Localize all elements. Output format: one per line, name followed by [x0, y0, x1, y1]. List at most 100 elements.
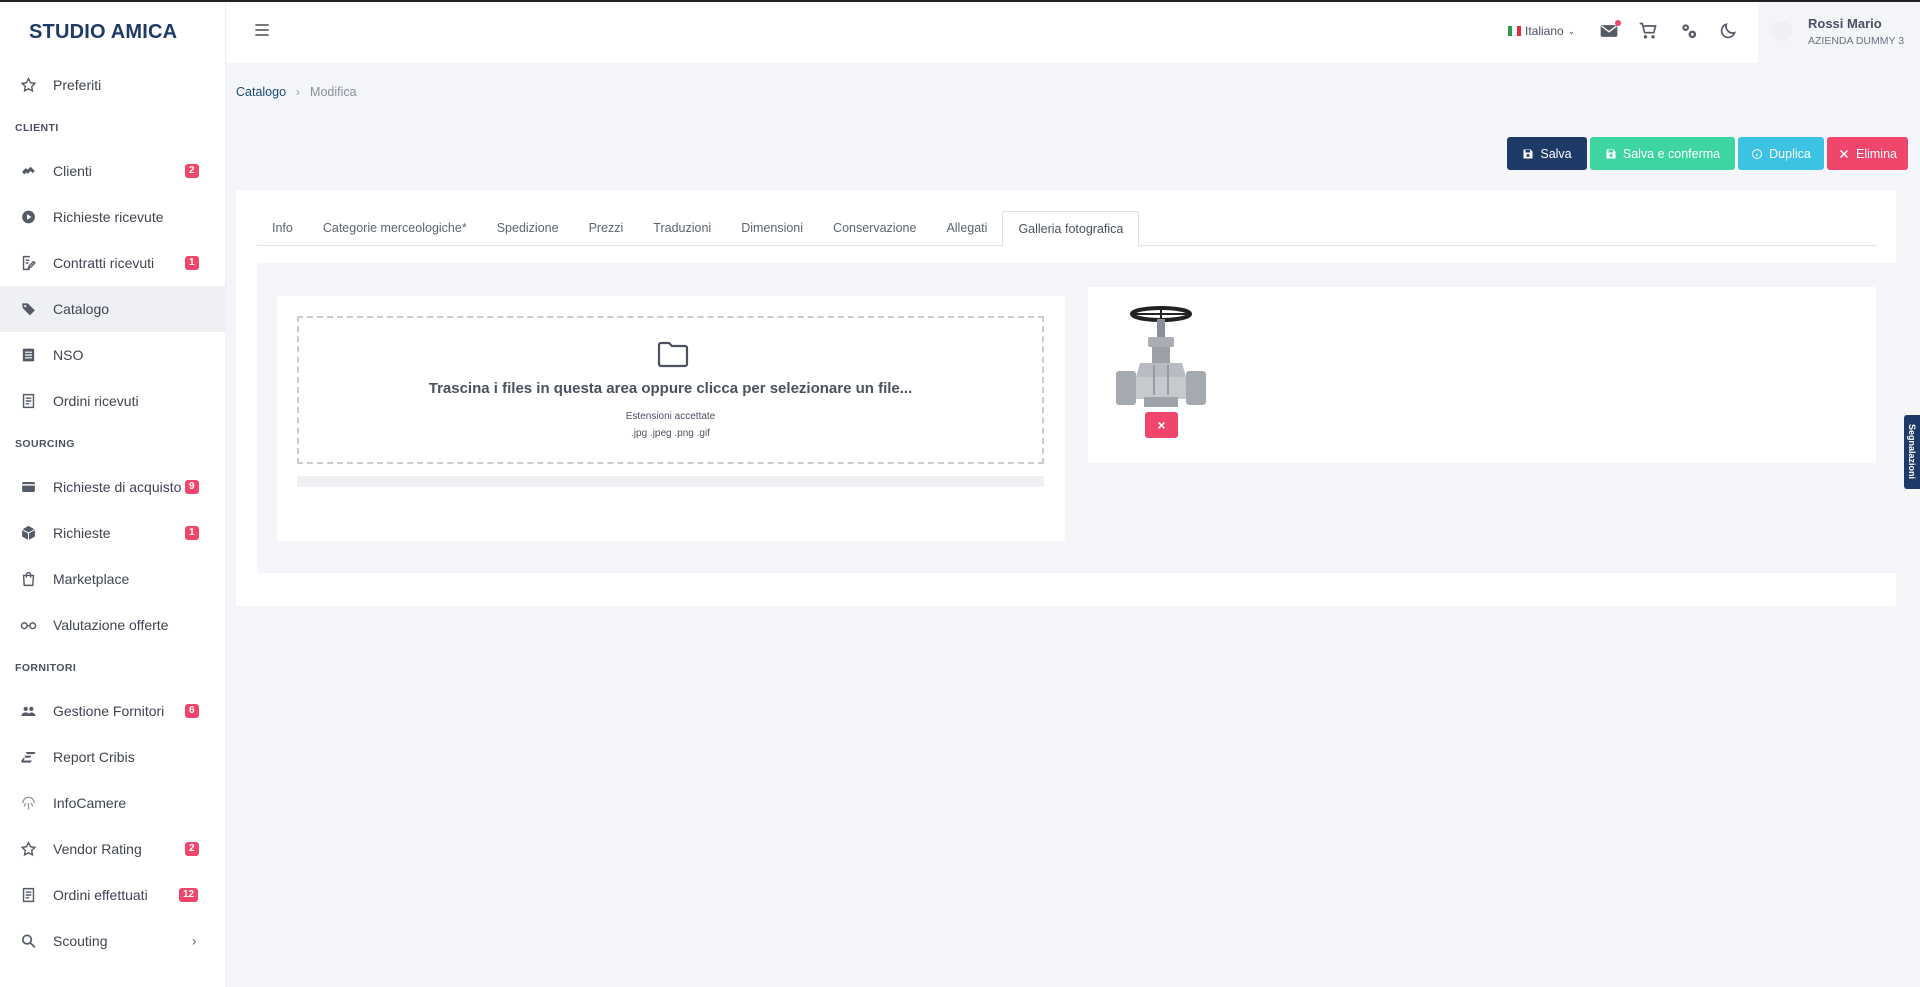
- search-icon: [20, 933, 37, 950]
- sidebar-item-label: Vendor Rating: [53, 841, 142, 857]
- italy-flag-icon: [1508, 26, 1521, 36]
- tab-conservazione[interactable]: Conservazione: [818, 211, 931, 246]
- product-edit-card: Info Categorie merceologiche* Spedizione…: [236, 190, 1896, 606]
- mail-icon[interactable]: [1599, 20, 1621, 41]
- folder-icon: [657, 341, 689, 368]
- sidebar-item-nso[interactable]: NSO: [0, 332, 225, 378]
- user-company: AZIENDA DUMMY 3: [1808, 35, 1905, 47]
- sidebar-item-valutazione-offerte[interactable]: Valutazione offerte: [0, 602, 225, 648]
- tab-dimensioni[interactable]: Dimensioni: [726, 211, 818, 246]
- tab-bar: Info Categorie merceologiche* Spedizione…: [257, 211, 1877, 247]
- sidebar-item-marketplace[interactable]: Marketplace: [0, 556, 225, 602]
- sidebar-item-label: Clienti: [53, 163, 92, 179]
- infocamere-logo-icon: [20, 795, 37, 812]
- sidebar-item-richieste-ricevute[interactable]: Richieste ricevute: [0, 194, 225, 240]
- sidebar-item-report-cribis[interactable]: Report Cribis: [0, 734, 225, 780]
- feedback-side-tab[interactable]: Segnalazioni: [1904, 415, 1920, 489]
- star-icon: [20, 76, 37, 94]
- notification-dot: [1615, 20, 1621, 26]
- top-header: Italiano ⌄ Rossi Mario AZIENDA DUMMY 3: [226, 2, 1920, 63]
- sidebar-item-label: Catalogo: [53, 301, 110, 317]
- sidebar-item-label: Richieste di acquisto: [53, 479, 182, 495]
- dark-mode-icon[interactable]: [1718, 21, 1738, 41]
- breadcrumb-link-catalogo[interactable]: Catalogo: [236, 85, 286, 99]
- language-selector[interactable]: Italiano ⌄: [1508, 24, 1575, 38]
- menu-toggle-icon[interactable]: [252, 20, 272, 40]
- delete-label: Elimina: [1856, 146, 1897, 161]
- sidebar-item-label: Valutazione offerte: [53, 617, 169, 633]
- count-badge: 12: [179, 888, 199, 902]
- sidebar-item-infocamere[interactable]: InfoCamere: [0, 780, 225, 826]
- sidebar-item-label: InfoCamere: [53, 795, 127, 811]
- breadcrumb-current: Modifica: [310, 85, 357, 99]
- glasses-icon: [20, 617, 37, 634]
- language-label: Italiano: [1525, 24, 1564, 38]
- sidebar-item-label: NSO: [53, 347, 84, 363]
- accepted-extensions-list: .jpg .jpeg .png .gif: [631, 428, 710, 439]
- valve-product-image: [1116, 306, 1206, 407]
- count-badge: 9: [185, 480, 199, 494]
- floppy-disk-icon: [1523, 149, 1533, 158]
- save-label: Salva: [1540, 146, 1572, 161]
- floppy-disk-icon: [1606, 149, 1616, 158]
- tab-traduzioni[interactable]: Traduzioni: [638, 211, 726, 246]
- accepted-extensions-label: Estensioni accettate: [625, 411, 716, 422]
- close-icon: [1839, 149, 1849, 158]
- duplicate-button[interactable]: Duplica: [1738, 137, 1824, 170]
- cube-icon: [20, 525, 37, 542]
- sidebar-item-preferiti[interactable]: Preferiti: [0, 62, 225, 108]
- receipt-icon: [20, 887, 37, 904]
- breadcrumb-separator: ›: [296, 85, 301, 99]
- sidebar-item-label: Richieste: [53, 525, 111, 541]
- sidebar-item-vendor-rating[interactable]: Vendor Rating 2: [0, 826, 225, 872]
- count-badge: 1: [185, 526, 199, 540]
- star-icon: [20, 840, 37, 858]
- tab-info[interactable]: Info: [257, 211, 308, 246]
- sidebar-item-catalogo[interactable]: Catalogo: [0, 286, 225, 332]
- settings-icon[interactable]: [1679, 21, 1699, 41]
- delete-button[interactable]: Elimina: [1827, 137, 1908, 170]
- tab-prezzi[interactable]: Prezzi: [574, 211, 639, 246]
- sidebar-item-label: Preferiti: [53, 77, 102, 93]
- shopping-bag-icon: [20, 571, 37, 588]
- tab-spedizione[interactable]: Spedizione: [482, 211, 574, 246]
- breadcrumb: Catalogo › Modifica: [236, 85, 357, 99]
- upload-progress-bar: [297, 476, 1044, 487]
- sidebar-item-label: Richieste ricevute: [53, 209, 164, 225]
- receipt-icon: [20, 393, 37, 410]
- count-badge: 6: [185, 704, 199, 718]
- tab-categorie-merceologiche[interactable]: Categorie merceologiche*: [308, 211, 482, 246]
- file-dropzone[interactable]: Trascina i files in questa area oppure c…: [297, 316, 1044, 464]
- sidebar-item-label: Contratti ricevuti: [53, 255, 155, 271]
- save-button[interactable]: Salva: [1507, 137, 1587, 170]
- remove-image-button[interactable]: ×: [1145, 412, 1178, 438]
- info-circle-icon: [1752, 148, 1763, 159]
- sidebar-item-clienti[interactable]: Clienti 2: [0, 148, 225, 194]
- sidebar-item-ordini-effettuati[interactable]: Ordini effettuati 12: [0, 872, 225, 918]
- cart-icon[interactable]: [1638, 21, 1658, 41]
- sidebar-item-ordini-ricevuti[interactable]: Ordini ricevuti: [0, 378, 225, 424]
- sidebar: STUDIO AMICA Preferiti CLIENTI Clienti 2…: [0, 2, 226, 987]
- count-badge: 2: [185, 842, 199, 856]
- brand-logo[interactable]: STUDIO AMICA: [0, 2, 225, 62]
- sidebar-item-richieste-di-acquisto[interactable]: Richieste di acquisto 9: [0, 464, 225, 510]
- tags-icon: [20, 301, 37, 318]
- section-label-fornitori: FORNITORI: [15, 662, 77, 674]
- gallery-tab-panel: Trascina i files in questa area oppure c…: [257, 263, 1896, 573]
- sidebar-item-label: Marketplace: [53, 571, 130, 587]
- tab-allegati[interactable]: Allegati: [931, 211, 1002, 246]
- sidebar-item-richieste[interactable]: Richieste 1: [0, 510, 225, 556]
- tab-galleria-fotografica[interactable]: Galleria fotografica: [1002, 211, 1140, 247]
- duplicate-label: Duplica: [1769, 146, 1811, 161]
- credit-card-icon: [20, 479, 37, 496]
- user-menu[interactable]: Rossi Mario AZIENDA DUMMY 3: [1758, 2, 1920, 63]
- list-box-icon: [20, 347, 37, 364]
- save-confirm-label: Salva e conferma: [1622, 146, 1721, 161]
- users-icon: [20, 703, 37, 720]
- sidebar-item-contratti-ricevuti[interactable]: Contratti ricevuti 1: [0, 240, 225, 286]
- sidebar-item-gestione-fornitori[interactable]: Gestione Fornitori 6: [0, 688, 225, 734]
- sidebar-item-label: Ordini ricevuti: [53, 393, 139, 409]
- save-confirm-button[interactable]: Salva e conferma: [1590, 137, 1735, 170]
- sidebar-item-scouting[interactable]: Scouting ›: [0, 918, 225, 964]
- user-name: Rossi Mario: [1808, 16, 1882, 31]
